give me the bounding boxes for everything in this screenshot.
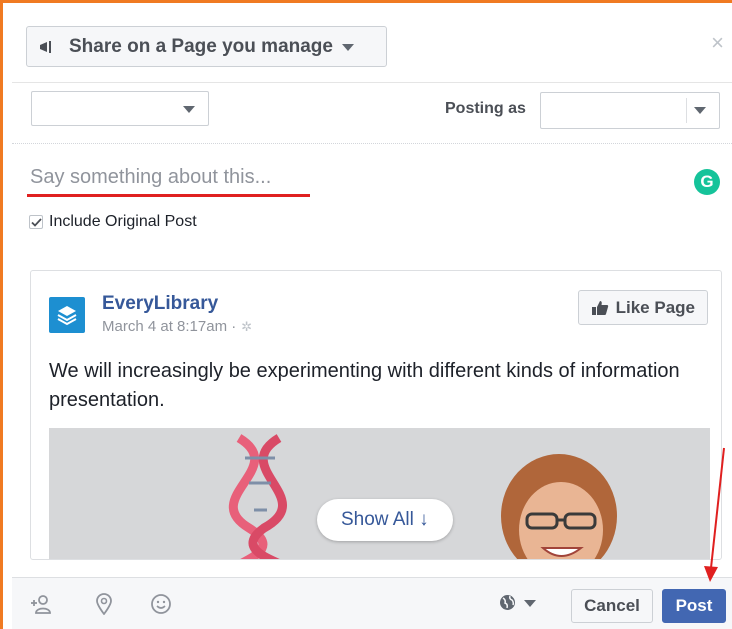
cancel-button[interactable]: Cancel — [571, 589, 653, 623]
megaphone-icon — [39, 39, 57, 55]
location-pin-icon[interactable] — [92, 592, 116, 616]
posting-as-label: Posting as — [445, 100, 526, 117]
annotation-frame-left — [0, 0, 3, 629]
post-media-preview[interactable]: Show All ↓ — [49, 428, 710, 559]
page-select[interactable] — [31, 91, 209, 126]
checkmark-icon — [30, 217, 42, 227]
thumbs-up-icon — [591, 300, 608, 315]
composer-footer: Cancel Post — [12, 577, 732, 629]
close-icon[interactable]: × — [711, 32, 724, 54]
post-body-text: We will increasingly be experimenting wi… — [49, 360, 680, 411]
everylibrary-logo[interactable] — [49, 297, 85, 333]
globe-icon — [500, 595, 515, 610]
page-name-link[interactable]: EveryLibrary — [102, 293, 218, 315]
include-original-checkbox[interactable] — [29, 215, 43, 229]
grammarly-icon[interactable]: G — [694, 169, 720, 195]
show-all-button[interactable]: Show All ↓ — [317, 499, 453, 541]
gear-icon: ✲ — [241, 318, 253, 334]
status-input[interactable] — [30, 166, 590, 189]
emoji-icon[interactable] — [149, 592, 173, 616]
annotation-underline — [27, 194, 310, 197]
include-original-row[interactable]: Include Original Post — [29, 213, 197, 231]
like-page-label: Like Page — [615, 297, 695, 317]
chevron-down-icon — [694, 107, 706, 114]
shared-post-card: EveryLibrary March 4 at 8:17am · ✲ Like … — [30, 270, 722, 560]
post-meta: March 4 at 8:17am · ✲ — [102, 318, 252, 335]
like-page-button[interactable]: Like Page — [577, 290, 708, 325]
annotation-frame-top — [0, 0, 732, 3]
header-divider — [12, 82, 732, 83]
share-dialog: Share on a Page you manage × Posting as … — [12, 14, 732, 629]
post-button[interactable]: Post — [662, 589, 726, 623]
posting-as-select[interactable] — [540, 92, 720, 129]
select-divider — [686, 98, 687, 123]
share-destination-dropdown[interactable]: Share on a Page you manage — [26, 26, 387, 67]
include-original-label: Include Original Post — [49, 213, 197, 230]
composer-divider — [12, 143, 732, 144]
chevron-down-icon — [341, 44, 354, 51]
chevron-down-icon — [183, 106, 195, 113]
post-timestamp[interactable]: March 4 at 8:17am · — [102, 318, 236, 335]
share-destination-label: Share on a Page you manage — [69, 35, 333, 57]
chevron-down-icon — [524, 600, 536, 607]
privacy-selector[interactable] — [499, 594, 536, 611]
tag-friends-icon[interactable] — [29, 592, 53, 616]
